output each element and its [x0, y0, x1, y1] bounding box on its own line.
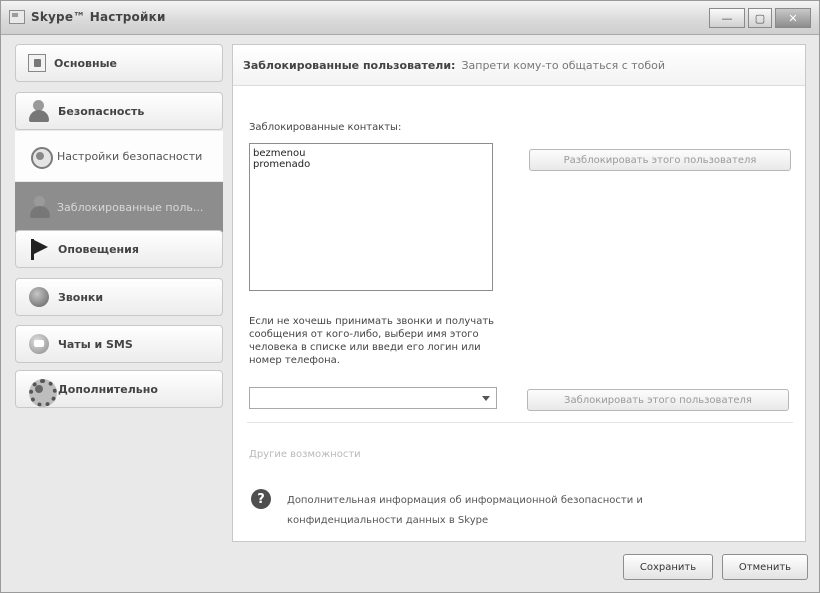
other-options-link[interactable]: Другие возможности — [249, 449, 361, 460]
block-instructions: Если не хочешь принимать звонки и получа… — [249, 316, 495, 366]
sidebar-item-label: Безопасность — [58, 104, 145, 118]
sidebar-item-label: Настройки безопасности — [57, 149, 203, 163]
general-icon — [28, 54, 46, 72]
gear-icon — [28, 378, 57, 407]
minimize-button[interactable]: — — [709, 8, 745, 28]
blocked-users-panel: Заблокированные пользователи: Запрети ко… — [232, 44, 806, 542]
chevron-down-icon[interactable] — [482, 396, 490, 401]
phone-icon — [28, 286, 50, 308]
close-button[interactable]: ✕ — [775, 8, 811, 28]
block-user-button[interactable]: Заблокировать этого пользователя — [527, 389, 789, 411]
contact-combo-input[interactable] — [249, 387, 497, 409]
sidebar-item-blocked-users[interactable]: Заблокированные поль... — [15, 182, 223, 232]
unblock-user-button[interactable]: Разблокировать этого пользователя — [529, 149, 791, 171]
sidebar-item-label: Оповещения — [58, 242, 139, 256]
maximize-button[interactable]: ▢ — [748, 8, 772, 28]
sidebar-item-label: Звонки — [58, 290, 104, 304]
panel-subtitle: Запрети кому-то общаться с тобой — [461, 58, 666, 72]
cancel-button[interactable]: Отменить — [722, 554, 808, 580]
sidebar-item-label: Чаты и SMS — [58, 337, 133, 351]
shield-icon — [29, 145, 53, 169]
sidebar-item-label: Основные — [54, 56, 117, 70]
privacy-info-link[interactable]: Дополнительная информация об информацион… — [287, 491, 727, 531]
person-icon — [28, 100, 50, 122]
sidebar-item-label: Дополнительно — [58, 382, 158, 396]
sidebar-item-chats-sms[interactable]: Чаты и SMS — [15, 325, 223, 363]
person-icon — [29, 196, 51, 218]
window-controls: — ▢ ✕ — [709, 8, 811, 28]
sidebar-item-advanced[interactable]: Дополнительно — [15, 370, 223, 408]
list-item[interactable]: promenado — [253, 159, 489, 170]
settings-window: Skype™ Настройки — ▢ ✕ Основные Безопасн… — [0, 0, 820, 593]
chat-icon — [28, 333, 50, 355]
sidebar-item-label: Заблокированные поль... — [57, 200, 204, 214]
app-icon — [9, 10, 25, 24]
sidebar-item-calls[interactable]: Звонки — [15, 278, 223, 316]
blocked-contacts-list[interactable]: bezmenou promenado — [249, 143, 493, 291]
divider — [247, 422, 793, 423]
blocked-contacts-label: Заблокированные контакты: — [249, 122, 402, 133]
sidebar-item-security-settings[interactable]: Настройки безопасности — [15, 131, 223, 181]
panel-title: Заблокированные пользователи: — [243, 58, 456, 72]
window-title: Skype™ Настройки — [31, 10, 166, 24]
sidebar-item-general[interactable]: Основные — [15, 44, 223, 82]
help-icon: ? — [251, 489, 271, 509]
sidebar-item-security[interactable]: Безопасность — [15, 92, 223, 130]
save-button[interactable]: Сохранить — [623, 554, 713, 580]
panel-header: Заблокированные пользователи: Запрети ко… — [233, 45, 805, 86]
flag-icon — [28, 238, 50, 260]
list-item[interactable]: bezmenou — [253, 148, 489, 159]
title-bar: Skype™ Настройки — ▢ ✕ — [1, 1, 819, 35]
sidebar-item-notifications[interactable]: Оповещения — [15, 230, 223, 268]
